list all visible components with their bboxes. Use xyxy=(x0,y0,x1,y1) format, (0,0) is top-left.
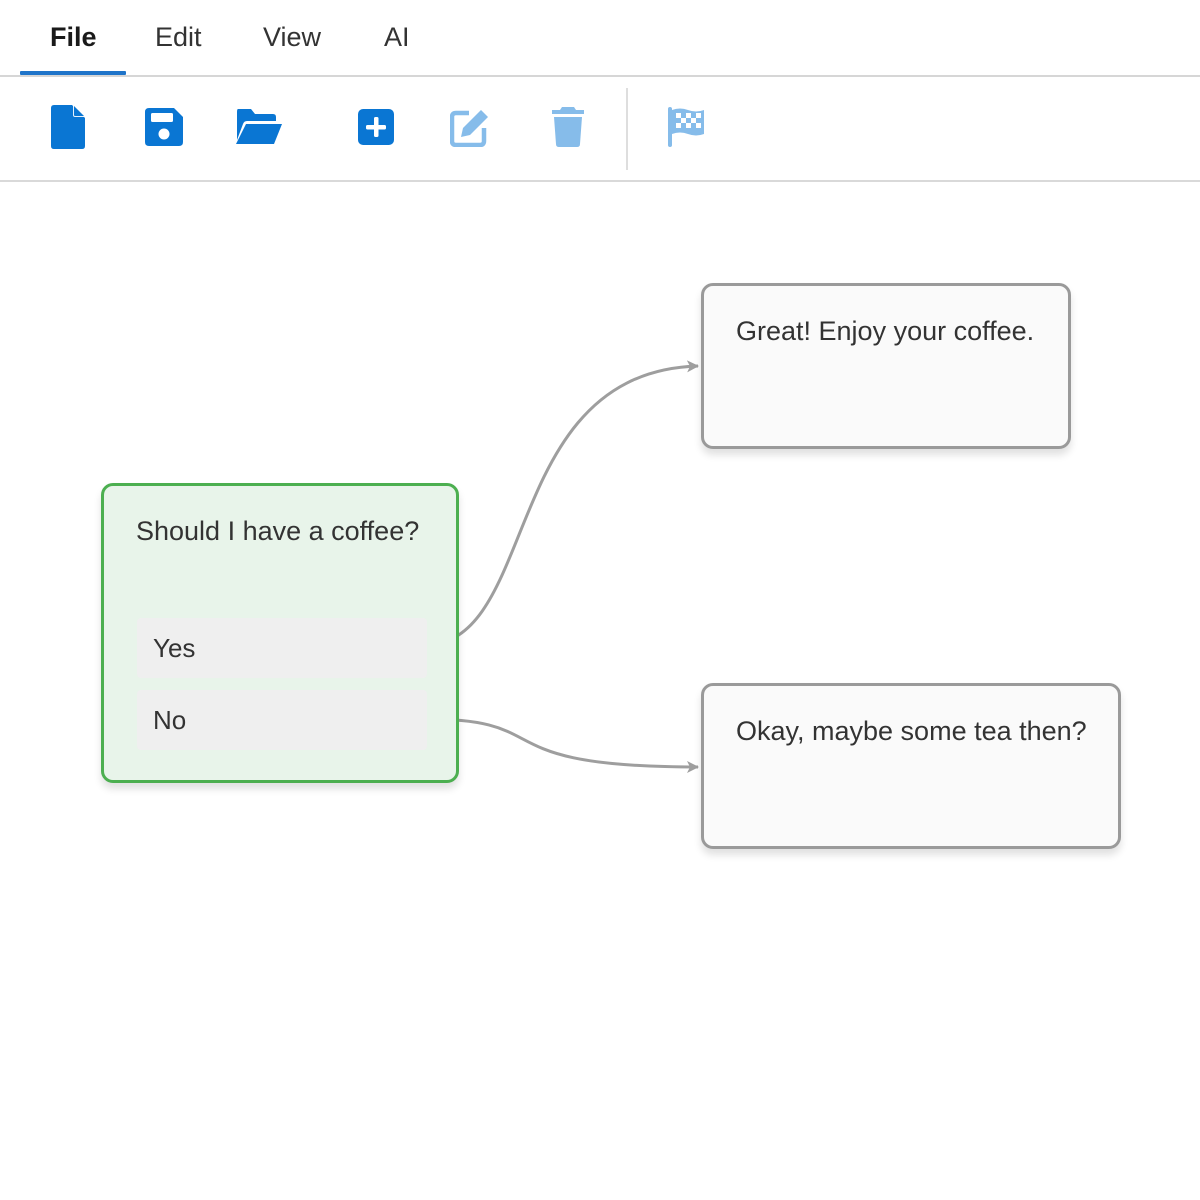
menu-view[interactable]: View xyxy=(263,0,321,75)
toolbar-separator xyxy=(626,88,628,170)
open-button[interactable] xyxy=(231,99,287,155)
answer-no-node[interactable]: Okay, maybe some tea then? xyxy=(701,683,1121,849)
save-button[interactable] xyxy=(136,99,192,155)
menu-bar: File Edit View AI xyxy=(0,0,1200,77)
add-node-icon xyxy=(358,109,394,145)
answer-yes-node[interactable]: Great! Enjoy your coffee. xyxy=(701,283,1071,449)
save-icon xyxy=(145,108,183,146)
menu-ai[interactable]: AI xyxy=(384,0,410,75)
edit-button[interactable] xyxy=(442,99,498,155)
delete-button[interactable] xyxy=(540,99,596,155)
edge-yes[interactable] xyxy=(425,360,699,647)
option-yes[interactable]: Yes xyxy=(137,618,427,678)
question-text: Should I have a coffee? xyxy=(136,516,420,546)
question-node[interactable]: Should I have a coffee? Yes No xyxy=(101,483,459,783)
new-file-icon xyxy=(51,105,85,149)
option-no[interactable]: No xyxy=(137,690,427,750)
flow-canvas[interactable]: Should I have a coffee? Yes No Great! En… xyxy=(0,182,1200,1200)
answer-yes-text: Great! Enjoy your coffee. xyxy=(736,316,1035,346)
flag-button[interactable] xyxy=(658,99,714,155)
answer-no-text: Okay, maybe some tea then? xyxy=(736,716,1087,746)
new-file-button[interactable] xyxy=(40,99,96,155)
delete-icon xyxy=(552,107,584,147)
flag-icon xyxy=(668,107,704,147)
active-menu-indicator xyxy=(20,71,126,75)
open-folder-icon xyxy=(236,109,282,144)
edge-no[interactable] xyxy=(425,717,699,773)
menu-edit[interactable]: Edit xyxy=(155,0,202,75)
toolbar xyxy=(0,77,1200,182)
edit-icon xyxy=(450,110,488,147)
menu-file[interactable]: File xyxy=(50,0,97,75)
add-node-button[interactable] xyxy=(348,99,404,155)
